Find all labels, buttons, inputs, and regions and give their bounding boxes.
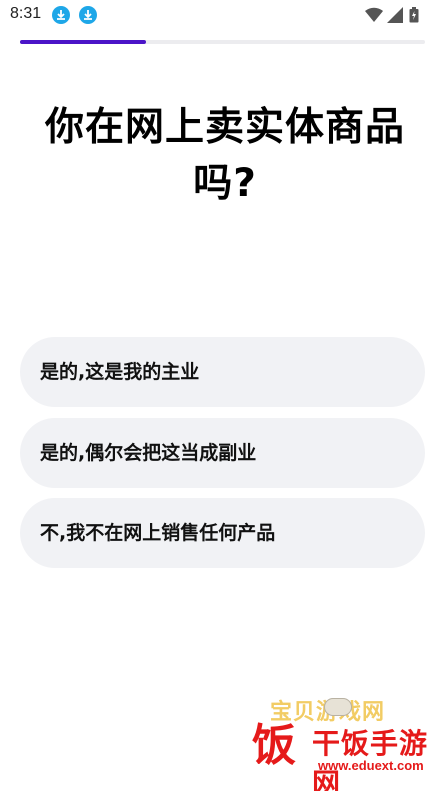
signal-icon xyxy=(387,7,403,23)
watermark-url: www.eduext.com xyxy=(318,758,424,773)
battery-icon xyxy=(409,7,419,23)
download-icon xyxy=(79,6,97,24)
option-side-business[interactable]: 是的,偶尔会把这当成副业 xyxy=(20,418,425,488)
option-main-business[interactable]: 是的,这是我的主业 xyxy=(20,337,425,407)
option-label: 不,我不在网上销售任何产品 xyxy=(40,522,276,544)
option-label: 是的,偶尔会把这当成副业 xyxy=(40,442,257,464)
watermark-big-char: 饭 xyxy=(252,720,296,771)
progress-fill xyxy=(20,40,146,44)
progress-bar xyxy=(20,40,425,44)
option-label: 是的,这是我的主业 xyxy=(40,361,200,383)
watermark-title: 干饭手游网 xyxy=(312,727,429,791)
download-icon xyxy=(52,6,70,24)
status-bar: 8:31 xyxy=(0,0,445,30)
status-time: 8:31 xyxy=(10,5,42,22)
gamepad-icon xyxy=(324,698,352,716)
option-no-selling[interactable]: 不,我不在网上销售任何产品 xyxy=(20,498,425,568)
wifi-icon xyxy=(365,7,383,23)
question-title: 你在网上卖实体商品吗? xyxy=(44,105,405,206)
watermark: 宝贝游戏网 饭 干饭手游网 www.eduext.com xyxy=(252,690,442,791)
